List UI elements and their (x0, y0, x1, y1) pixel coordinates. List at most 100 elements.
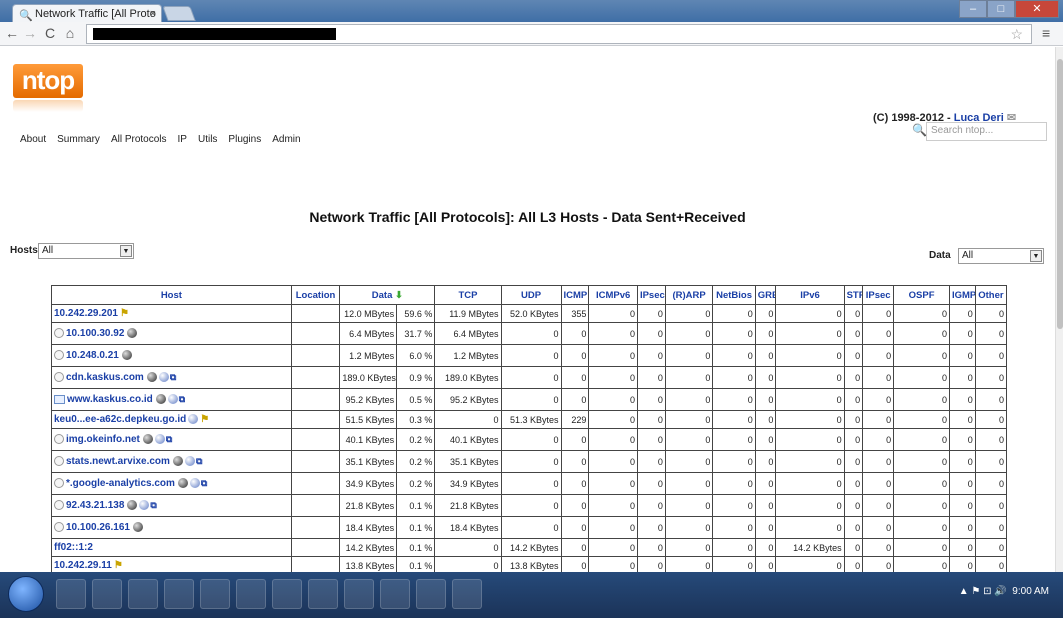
external-link-icon[interactable]: ⧉ (166, 434, 172, 445)
os-icon (54, 372, 64, 383)
data-select[interactable]: All ▼ (958, 248, 1044, 264)
icmp-cell: 0 (560, 450, 590, 473)
col-netbios[interactable]: NetBios (712, 285, 756, 305)
nav-plugins[interactable]: Plugins (228, 134, 261, 145)
external-link-icon[interactable]: ⧉ (196, 456, 202, 467)
host-cell[interactable]: 10.242.29.201 ⚑ (51, 304, 292, 323)
start-button[interactable] (8, 576, 44, 612)
scrollbar[interactable] (1055, 47, 1063, 572)
new-tab-button[interactable] (162, 6, 196, 21)
host-link[interactable]: 10.242.29.11 (54, 560, 112, 571)
col-ipsec[interactable]: IPsec (636, 285, 666, 305)
firefox-icon[interactable] (164, 579, 194, 609)
host-link[interactable]: keu0...ee-a62c.depkeu.go.id (54, 414, 186, 425)
host-link[interactable]: cdn.kaskus.com (66, 372, 144, 383)
host-link[interactable]: ff02::1:2 (54, 542, 93, 553)
chrome-icon[interactable] (272, 579, 302, 609)
host-cell[interactable]: 92.43.21.138 ⧉ (51, 494, 292, 517)
host-link[interactable]: 10.248.0.21 (66, 350, 119, 361)
nav-all-protocols[interactable]: All Protocols (111, 134, 167, 145)
ospf-cell: 0 (893, 344, 950, 367)
host-cell[interactable]: stats.newt.arvixe.com ⧉ (51, 450, 292, 473)
chat-icon[interactable] (308, 579, 338, 609)
col-gre[interactable]: GRE (754, 285, 777, 305)
col-tcp[interactable]: TCP (434, 285, 502, 305)
host-cell[interactable]: cdn.kaskus.com ⧉ (51, 366, 292, 389)
media-icon[interactable] (128, 579, 158, 609)
bookmark-star-icon[interactable]: ☆ (1010, 26, 1023, 43)
host-link[interactable]: www.kaskus.co.id (67, 394, 153, 405)
folder-icon[interactable] (236, 579, 266, 609)
app-icon[interactable] (92, 579, 122, 609)
external-link-icon[interactable]: ⧉ (179, 394, 185, 405)
calculator-icon[interactable] (344, 579, 374, 609)
ie-icon[interactable] (56, 579, 86, 609)
col-ipv6[interactable]: IPv6 (775, 285, 845, 305)
col-host[interactable]: Host (51, 285, 292, 305)
clock[interactable]: 9:00 AM (1012, 586, 1049, 597)
close-tab-icon[interactable]: × (150, 8, 156, 20)
host-cell[interactable]: *.google-analytics.com ⧉ (51, 472, 292, 495)
host-link[interactable]: 10.100.30.92 (66, 328, 124, 339)
close-window-button[interactable]: ✕ (1015, 0, 1059, 18)
hosts-table-wrap: Host Location Data ⬇ TCP UDP ICMP ICMPv6… (51, 285, 1008, 572)
notes-icon[interactable] (416, 579, 446, 609)
hosts-select[interactable]: All ▼ (38, 243, 134, 259)
host-cell[interactable]: www.kaskus.co.id ⧉ (51, 388, 292, 411)
scrollbar-thumb[interactable] (1057, 59, 1063, 329)
host-cell[interactable]: img.okeinfo.net ⧉ (51, 428, 292, 451)
rarp-cell: 0 (664, 366, 714, 389)
search-input[interactable]: Search ntop... (926, 122, 1047, 141)
maximize-button[interactable]: □ (987, 0, 1015, 18)
browser-tab[interactable]: 🔍 Network Traffic [All Proto × (12, 4, 162, 23)
col-data[interactable]: Data ⬇ (339, 285, 436, 305)
explorer-icon[interactable] (452, 579, 482, 609)
status-dot-icon (146, 372, 157, 383)
external-link-icon[interactable]: ⧉ (150, 500, 156, 511)
col-icmp[interactable]: ICMP (560, 285, 590, 305)
minimize-button[interactable]: – (959, 0, 987, 18)
nav-ip[interactable]: IP (178, 134, 187, 145)
nav-summary[interactable]: Summary (57, 134, 100, 145)
flag-icon: ⚑ (113, 560, 123, 571)
nav-utils[interactable]: Utils (198, 134, 217, 145)
home-icon[interactable]: ⌂ (62, 25, 78, 41)
col-other[interactable]: Other (974, 285, 1008, 305)
external-link-icon[interactable]: ⧉ (201, 478, 207, 489)
host-link[interactable]: 92.43.21.138 (66, 500, 124, 511)
host-link[interactable]: 10.100.26.161 (66, 522, 130, 533)
nav-about[interactable]: About (20, 134, 46, 145)
host-link[interactable]: stats.newt.arvixe.com (66, 456, 170, 467)
host-cell[interactable]: keu0...ee-a62c.depkeu.go.id ⚑ (51, 410, 292, 429)
address-bar[interactable]: ☆ (86, 24, 1032, 44)
host-cell[interactable]: 10.248.0.21 (51, 344, 292, 367)
col-location[interactable]: Location (290, 285, 341, 305)
data-cell: 40.1 KBytes (339, 428, 398, 451)
host-link[interactable]: *.google-analytics.com (66, 478, 175, 489)
host-link[interactable]: img.okeinfo.net (66, 434, 140, 445)
opera-icon[interactable] (200, 579, 230, 609)
ipsec2-cell: 0 (862, 322, 895, 345)
col-ospf[interactable]: OSPF (893, 285, 950, 305)
col-stp[interactable]: STP (843, 285, 864, 305)
host-cell[interactable]: 10.100.30.92 (51, 322, 292, 345)
host-cell[interactable]: 10.100.26.161 (51, 516, 292, 539)
menu-icon[interactable]: ≡ (1042, 25, 1050, 41)
col-rarp[interactable]: (R)ARP (664, 285, 714, 305)
forward-icon[interactable]: → (22, 25, 38, 41)
host-link[interactable]: 10.242.29.201 (54, 308, 118, 319)
external-link-icon[interactable]: ⧉ (170, 372, 176, 383)
col-icmpv6[interactable]: ICMPv6 (588, 285, 638, 305)
reload-icon[interactable]: C (42, 25, 58, 41)
ntop-logo[interactable]: ntop (13, 64, 83, 98)
host-cell[interactable]: ff02::1:2 (51, 538, 292, 557)
location-cell (290, 472, 341, 495)
col-ipsec-2[interactable]: IPsec (862, 285, 895, 305)
host-cell[interactable]: 10.242.29.11 ⚑ (51, 556, 292, 572)
nav-admin[interactable]: Admin (272, 134, 300, 145)
col-igmp[interactable]: IGMP (948, 285, 976, 305)
back-icon[interactable]: ← (4, 25, 20, 41)
netbios-cell: 0 (712, 366, 756, 389)
col-udp[interactable]: UDP (500, 285, 562, 305)
paint-icon[interactable] (380, 579, 410, 609)
